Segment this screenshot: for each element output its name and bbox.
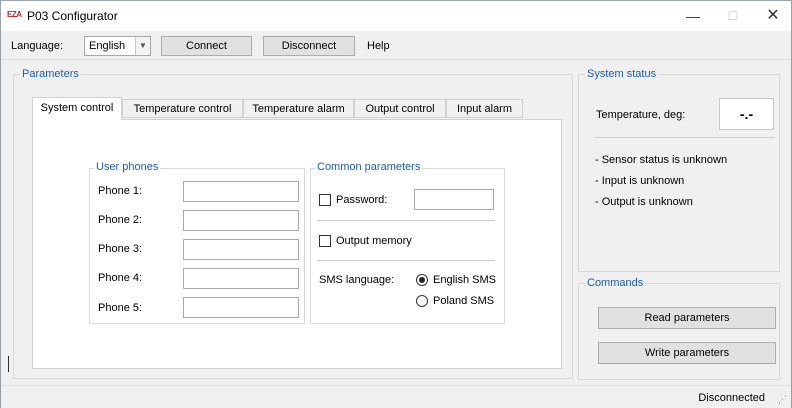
common-parameters-title: Common parameters bbox=[315, 161, 423, 173]
phone-2-label: Phone 2: bbox=[98, 214, 143, 226]
app-window: EZA P03 Configurator — ☐ ✕ Language: Eng… bbox=[0, 0, 792, 408]
minimize-button[interactable]: — bbox=[673, 1, 713, 31]
poland-sms-label: Poland SMS bbox=[433, 295, 495, 307]
phone-4-label: Phone 4: bbox=[98, 272, 143, 284]
status-divider bbox=[595, 137, 775, 138]
connect-button[interactable]: Connect bbox=[161, 36, 252, 56]
temperature-readout: -.- bbox=[719, 98, 774, 130]
phone-5-label: Phone 5: bbox=[98, 302, 143, 314]
chevron-down-icon[interactable]: ▼ bbox=[135, 37, 150, 55]
window-edge-mark bbox=[8, 356, 9, 372]
help-menu[interactable]: Help bbox=[367, 40, 390, 52]
common-divider-2 bbox=[317, 260, 495, 261]
output-status-text: - Output is unknown bbox=[595, 196, 693, 208]
toolbar-divider bbox=[1, 59, 791, 60]
poland-sms-radio[interactable] bbox=[416, 295, 428, 307]
language-dropdown[interactable]: English ▼ bbox=[84, 36, 151, 56]
window-title: P03 Configurator bbox=[27, 9, 118, 23]
connection-status: Disconnected bbox=[698, 392, 765, 404]
password-checkbox[interactable] bbox=[319, 194, 331, 206]
tab-temperature-control[interactable]: Temperature control bbox=[122, 99, 243, 118]
output-memory-checkbox[interactable] bbox=[319, 235, 331, 247]
commands-title: Commands bbox=[585, 277, 646, 289]
sensor-status-text: - Sensor status is unknown bbox=[595, 154, 728, 166]
resize-grip-icon[interactable]: ⋰ bbox=[778, 394, 787, 405]
tab-output-control[interactable]: Output control bbox=[354, 99, 446, 118]
system-status-title: System status bbox=[585, 68, 659, 80]
temperature-label: Temperature, deg: bbox=[596, 109, 686, 121]
phone-1-input[interactable] bbox=[183, 181, 299, 202]
phone-4-input[interactable] bbox=[183, 268, 299, 289]
english-sms-radio[interactable] bbox=[416, 274, 428, 286]
input-status-text: - Input is unknown bbox=[595, 175, 685, 187]
app-logo-icon: EZA bbox=[7, 10, 22, 19]
status-bar: Disconnected ⋰ bbox=[1, 385, 791, 408]
phone-3-label: Phone 3: bbox=[98, 243, 143, 255]
language-label: Language: bbox=[11, 40, 63, 52]
title-bar[interactable]: EZA P03 Configurator — ☐ ✕ bbox=[1, 1, 791, 31]
toolbar: Language: English ▼ Connect Disconnect H… bbox=[1, 31, 791, 59]
sms-language-label: SMS language: bbox=[319, 274, 395, 286]
phone-3-input[interactable] bbox=[183, 239, 299, 260]
phone-1-label: Phone 1: bbox=[98, 185, 143, 197]
phone-2-input[interactable] bbox=[183, 210, 299, 231]
english-sms-label: English SMS bbox=[433, 274, 496, 286]
output-memory-label: Output memory bbox=[336, 235, 412, 247]
password-input[interactable] bbox=[414, 189, 494, 210]
read-parameters-button[interactable]: Read parameters bbox=[598, 307, 776, 329]
disconnect-button[interactable]: Disconnect bbox=[263, 36, 355, 56]
language-value: English bbox=[89, 40, 126, 52]
tab-input-alarm[interactable]: Input alarm bbox=[446, 99, 523, 118]
phone-5-input[interactable] bbox=[183, 297, 299, 318]
maximize-button[interactable]: ☐ bbox=[713, 1, 753, 31]
user-phones-title: User phones bbox=[94, 161, 161, 173]
password-label: Password: bbox=[336, 194, 388, 206]
write-parameters-button[interactable]: Write parameters bbox=[598, 342, 776, 364]
common-divider-1 bbox=[317, 220, 495, 221]
tab-system-control[interactable]: System control bbox=[32, 97, 122, 120]
close-button[interactable]: ✕ bbox=[753, 1, 792, 31]
commands-group: Commands bbox=[578, 277, 780, 380]
tab-temperature-alarm[interactable]: Temperature alarm bbox=[243, 99, 354, 118]
parameters-title: Parameters bbox=[20, 68, 81, 80]
